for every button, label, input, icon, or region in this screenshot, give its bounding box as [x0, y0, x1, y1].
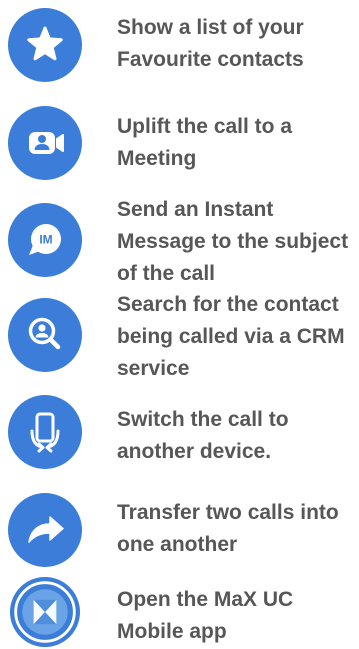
row-description: Transfer two calls into one another [117, 497, 357, 561]
description-line: Show a list of your [117, 16, 304, 39]
row-description: Uplift the call to a Meeting [117, 111, 357, 175]
description-line: Search for the contact [117, 293, 339, 316]
description-line: being called via a CRM [117, 325, 345, 348]
star-icon [8, 8, 82, 82]
description-line: Meeting [117, 147, 197, 170]
transfer-arrow-icon [8, 493, 82, 567]
description-line: Favourite contacts [117, 48, 304, 71]
description-line: Message to the subject [117, 230, 349, 253]
row-description: Send an Instant Message to the subject o… [117, 194, 357, 290]
description-line: Uplift the call to a [117, 115, 293, 138]
contact-search-icon [8, 298, 82, 372]
row-description: Show a list of your Favourite contacts [117, 12, 357, 76]
description-line: of the call [117, 262, 216, 285]
row-description: Switch the call to another device. [117, 404, 357, 468]
description-line: Switch the call to [117, 408, 289, 431]
switch-device-icon [8, 395, 82, 469]
instant-message-icon: IM [8, 203, 82, 277]
description-line: one another [117, 533, 238, 556]
description-line: another device. [117, 440, 272, 463]
row-description: Search for the contact being called via … [117, 289, 357, 385]
max-uc-logo-icon [10, 577, 80, 647]
meeting-video-icon [8, 106, 82, 180]
description-line: Open the MaX UC [117, 588, 294, 611]
description-line: Transfer two calls into [117, 501, 339, 524]
description-line: service [117, 357, 190, 380]
description-line: Mobile app [117, 620, 227, 643]
description-line: Send an Instant [117, 198, 274, 221]
row-description: Open the MaX UC Mobile app [117, 584, 357, 648]
im-icon-label: IM [39, 233, 52, 247]
